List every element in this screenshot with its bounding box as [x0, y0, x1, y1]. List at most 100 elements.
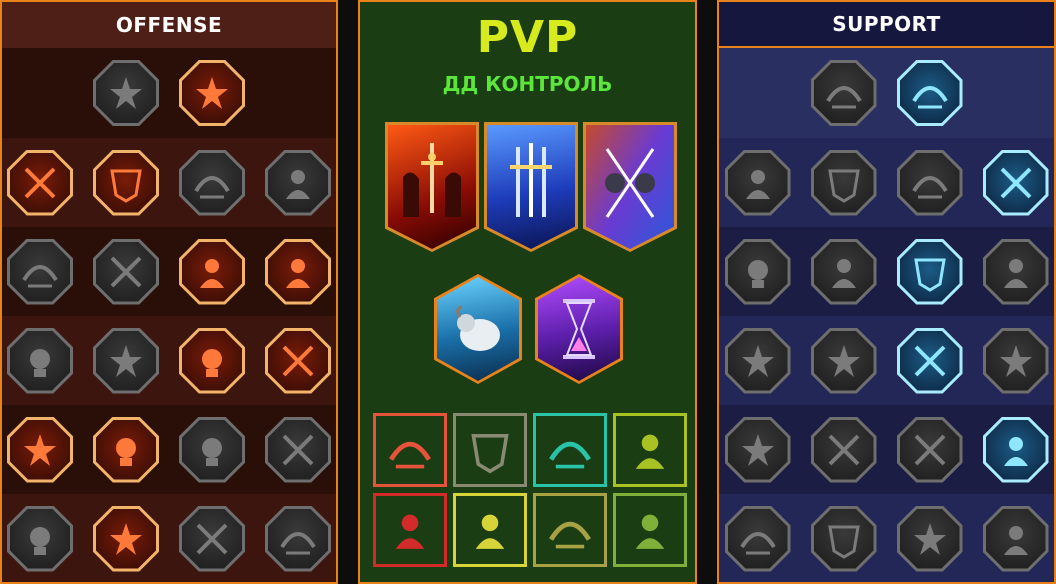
offense-grid-row — [2, 405, 336, 494]
skull-flame-talent[interactable] — [896, 149, 963, 216]
lightning-talent[interactable] — [810, 238, 877, 305]
crown-star-set[interactable] — [533, 493, 607, 567]
skull-wing-talent[interactable] — [810, 505, 877, 572]
compass-talent[interactable] — [724, 416, 791, 483]
aura-talent[interactable] — [810, 149, 877, 216]
serpent-set-icon — [635, 434, 665, 469]
book-talent[interactable] — [896, 327, 963, 394]
offense-grid-row — [2, 227, 336, 316]
triple-swords-icon — [510, 143, 552, 217]
support-title: SUPPORT — [719, 2, 1054, 48]
shadow-talent[interactable] — [982, 238, 1049, 305]
shield-break-talent[interactable] — [179, 149, 245, 216]
burst-icon — [24, 433, 56, 466]
heart-plus-talent[interactable] — [810, 60, 877, 126]
serpent-set[interactable] — [613, 413, 687, 487]
lightning-icon — [831, 258, 856, 288]
swords-icon — [110, 77, 142, 109]
voodoo-icon — [1003, 436, 1028, 466]
talents-screen: OFFENSE PVP ДД КОНТРОЛЬ SUPPORT — [0, 0, 1056, 584]
sword-icon — [403, 143, 461, 217]
pray-icon — [745, 169, 770, 199]
fist-crown-talent[interactable] — [896, 505, 963, 572]
slash-talent[interactable] — [93, 149, 159, 216]
wolf-set[interactable] — [373, 413, 447, 487]
archer-talent[interactable] — [7, 238, 73, 305]
monk-set[interactable] — [453, 493, 527, 567]
skull-knight-talent[interactable] — [265, 505, 331, 572]
blade-talent[interactable] — [179, 416, 245, 483]
heart-icon — [286, 169, 310, 199]
monk-set-icon — [475, 514, 505, 549]
offense-panel: OFFENSE — [0, 0, 338, 584]
skull-fire-icon — [200, 258, 224, 288]
shield-cross-set-icon — [549, 441, 591, 469]
offense-grid-row — [2, 316, 336, 405]
hourglass-relic[interactable] — [535, 274, 623, 384]
eye-talent[interactable] — [896, 416, 963, 483]
aura-man-icon — [747, 259, 768, 288]
shield-cross-set[interactable] — [533, 413, 607, 487]
impale-talent[interactable] — [7, 327, 73, 394]
skull-knight-icon — [280, 531, 316, 554]
chain-icon — [282, 345, 314, 376]
skulls-talent[interactable] — [93, 416, 159, 483]
claw-set[interactable] — [373, 493, 447, 567]
ram-icon — [455, 305, 500, 351]
offense-grid-row — [2, 48, 336, 138]
axe-talent[interactable] — [179, 327, 245, 394]
potion-talent[interactable] — [724, 505, 791, 572]
eagle-icon — [1003, 525, 1028, 555]
skull-wing-icon — [827, 525, 860, 559]
scythe-icon — [286, 258, 310, 288]
eyes-talent[interactable] — [982, 327, 1049, 394]
giant-icon — [282, 434, 314, 465]
shadow-icon — [1003, 258, 1028, 288]
skull-fire-talent[interactable] — [179, 238, 245, 305]
crossed-swords-banner[interactable] — [583, 122, 677, 252]
pray-talent[interactable] — [724, 149, 791, 216]
support-grid-row — [719, 227, 1054, 316]
shatter-icon — [913, 258, 946, 292]
heart-talent[interactable] — [265, 149, 331, 216]
voodoo-talent[interactable] — [982, 416, 1049, 483]
scythe-talent[interactable] — [265, 238, 331, 305]
burst-talent[interactable] — [7, 416, 73, 483]
archer-icon — [22, 264, 58, 287]
heart-plus-icon — [825, 86, 862, 109]
ram-relic[interactable] — [434, 274, 522, 384]
star-set[interactable] — [453, 413, 527, 487]
helmet-fire-talent[interactable] — [93, 505, 159, 572]
aura-man-talent[interactable] — [724, 238, 791, 305]
blue-swords-banner[interactable] — [484, 122, 578, 252]
beast-talent[interactable] — [179, 505, 245, 572]
skull-flame-icon — [911, 175, 948, 198]
comet-talent[interactable] — [810, 327, 877, 394]
book-icon — [914, 345, 945, 376]
compass-icon — [741, 433, 774, 466]
impale-icon — [30, 348, 50, 377]
maw-talent[interactable] — [93, 238, 159, 305]
shatter-talent[interactable] — [896, 238, 963, 305]
chain-heart-talent[interactable] — [724, 327, 791, 394]
giant-talent[interactable] — [265, 416, 331, 483]
sword-sparkle-talent[interactable] — [7, 505, 73, 572]
shield-arrow-set-icon — [635, 514, 665, 549]
chain-talent[interactable] — [265, 327, 331, 394]
claw-strike-talent[interactable] — [179, 60, 245, 126]
shield-swirl-talent[interactable] — [896, 60, 963, 126]
shield-arrow-set[interactable] — [613, 493, 687, 567]
arrow-hit-talent[interactable] — [982, 149, 1049, 216]
demon-talent[interactable] — [7, 149, 73, 216]
support-grid-row — [719, 316, 1054, 405]
swords-talent[interactable] — [93, 60, 159, 126]
fist-icon — [110, 344, 142, 377]
shield-break-icon — [194, 175, 230, 198]
boots-talent[interactable] — [810, 416, 877, 483]
eagle-talent[interactable] — [982, 505, 1049, 572]
boots-icon — [828, 434, 859, 465]
slash-icon — [110, 169, 142, 203]
red-knights-banner[interactable] — [385, 122, 479, 252]
offense-title: OFFENSE — [2, 2, 336, 48]
fist-talent[interactable] — [93, 327, 159, 394]
